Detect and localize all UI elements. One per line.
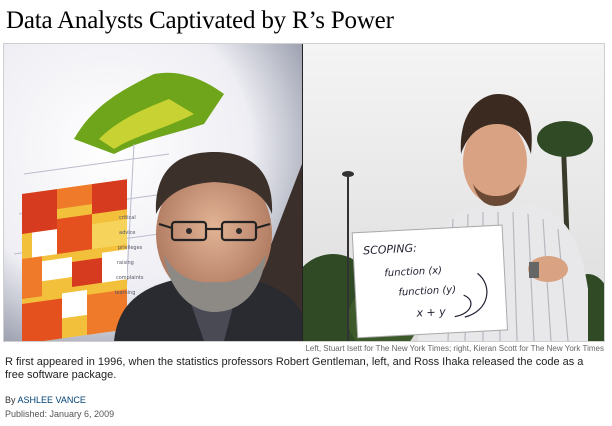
photo-credit: Left, Stuart Isett for The New York Time… (305, 344, 604, 353)
whiteboard: SCOPING: function (x) function (y) x + y (351, 224, 509, 339)
byline: By ASHLEE VANCE (5, 395, 86, 405)
author-link[interactable]: ASHLEE VANCE (18, 395, 86, 405)
photo-robert-gentleman: critical advice privileges raising compl… (4, 44, 302, 341)
photo-ross-ihaka: SCOPING: function (x) function (y) x + y (303, 44, 604, 341)
slide-label: advice (119, 230, 135, 236)
published-date: Published: January 6, 2009 (5, 409, 115, 419)
whiteboard-line-3: x + y (415, 305, 446, 320)
byline-prefix: By (5, 395, 16, 405)
slide-label: privileges (118, 245, 143, 251)
photo-pair: critical advice privileges raising compl… (3, 43, 605, 342)
photo-right-illustration: SCOPING: function (x) function (y) x + y (303, 44, 604, 341)
slide-label: critical (119, 215, 136, 221)
photo-left-illustration: critical advice privileges raising compl… (4, 44, 302, 341)
slide-label: complaints (116, 275, 144, 281)
heatmap (22, 179, 127, 341)
headline: Data Analysts Captivated by R’s Power (6, 7, 394, 34)
slide-label: raising (117, 260, 134, 266)
slide-label: learning (115, 290, 135, 296)
photo-caption: R first appeared in 1996, when the stati… (5, 356, 584, 381)
